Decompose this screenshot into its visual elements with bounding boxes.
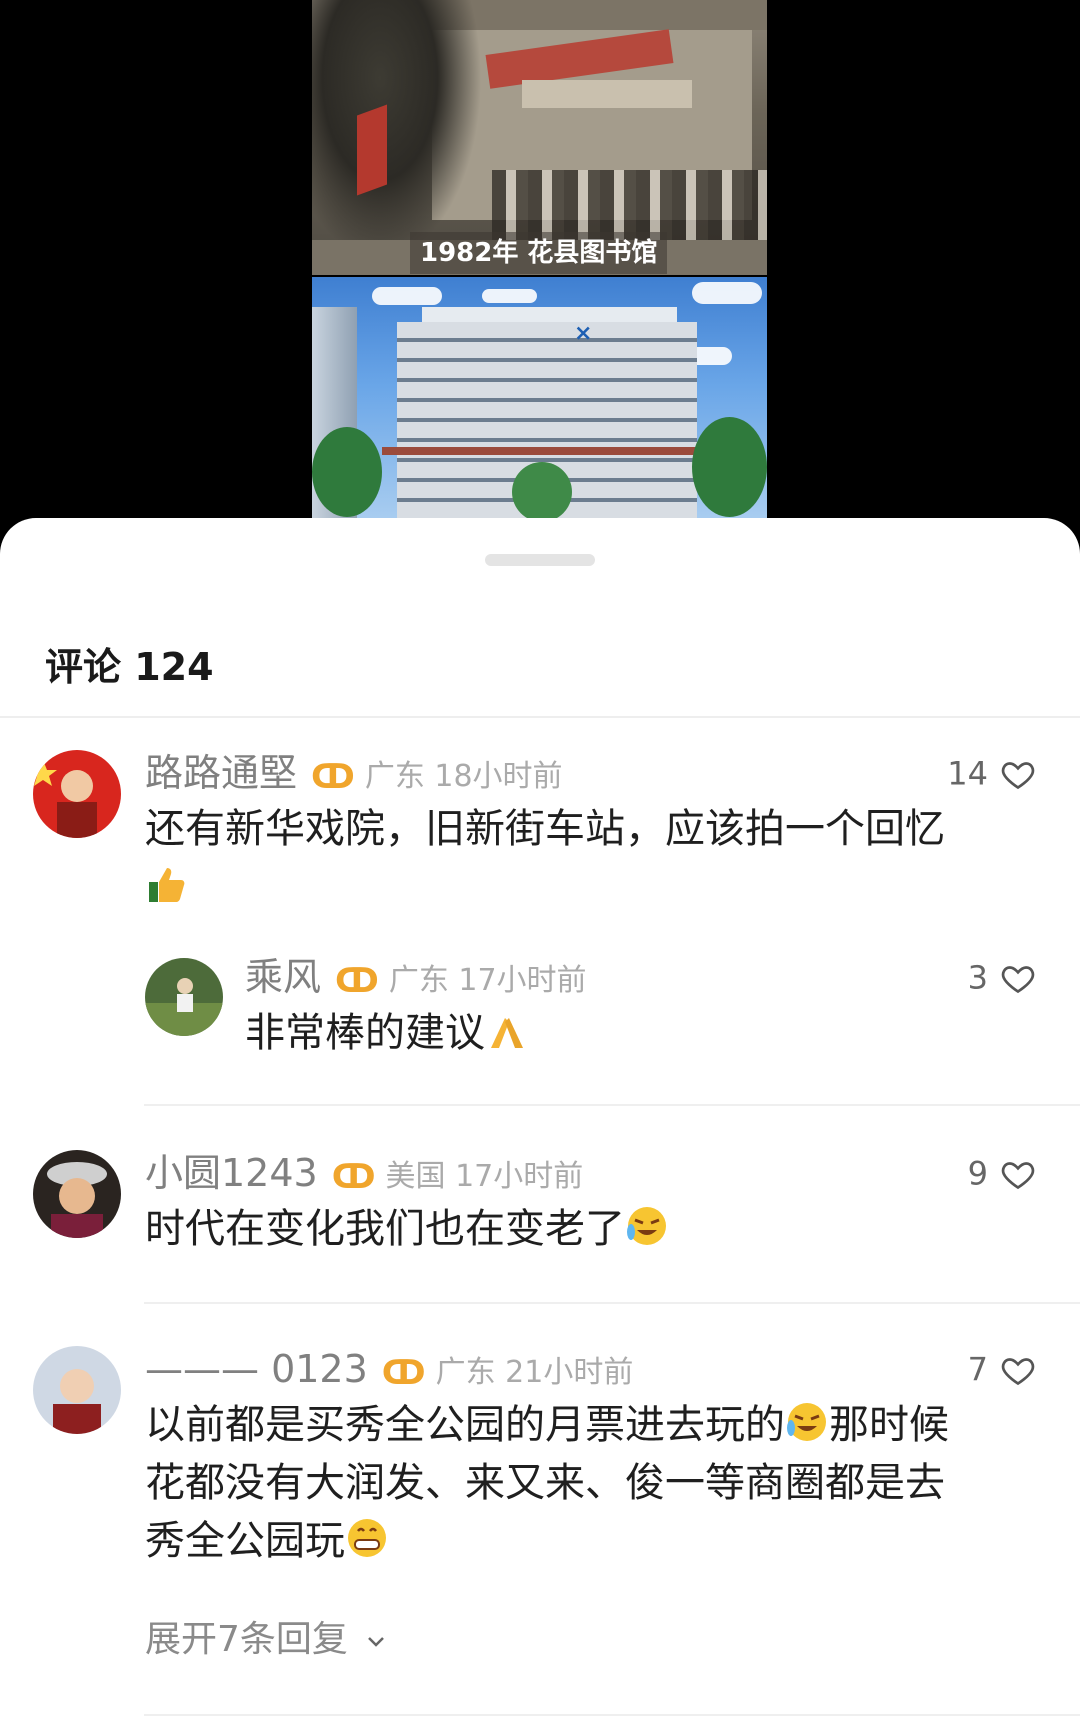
- ribbon-badge-icon: ↀ: [331, 1157, 376, 1197]
- crying-laughing-emoji: [627, 1207, 666, 1245]
- old-library-photo: 1982年 花县图书馆: [312, 0, 767, 275]
- like-count: 14: [947, 754, 988, 793]
- drag-handle[interactable]: [485, 554, 595, 566]
- new-library-photo: ⨯: [312, 277, 767, 520]
- library-logo-icon: ⨯: [574, 321, 593, 346]
- ribbon-badge-icon: ↀ: [311, 757, 355, 797]
- like-button[interactable]: 3: [968, 952, 1036, 1002]
- location-time: 广东 21小时前: [435, 1355, 634, 1390]
- divider: [144, 1104, 1080, 1106]
- comment-text: 时代在变化我们也在变老了: [145, 1200, 1025, 1258]
- ribbon-badge-icon: ↀ: [335, 961, 379, 1001]
- like-button[interactable]: 14: [947, 748, 1036, 798]
- divider: [144, 1302, 1080, 1304]
- avatar[interactable]: [33, 1150, 121, 1238]
- status-icons: ···: [950, 0, 1000, 16]
- heart-icon: [1001, 761, 1035, 789]
- grinning-emoji: [348, 1519, 386, 1557]
- like-button[interactable]: 9: [968, 1148, 1036, 1198]
- heart-icon: [1001, 1161, 1035, 1189]
- crying-laughing-emoji: [787, 1403, 826, 1441]
- comment-text: 以前都是买秀全公园的月票进去玩的 那时候 花都没有大润发、来又来、俊一等商圈都是去…: [145, 1402, 949, 1564]
- comments-sheet: 评论 124 路路通堅 ↀ 广东 18小时前 14 还有新华戏院，旧新街车站，应该拍…: [0, 518, 1080, 1734]
- divider: [144, 1714, 1080, 1716]
- comments-title: 评论 124: [45, 645, 214, 689]
- like-count: 3: [967, 958, 988, 997]
- like-count: 7: [967, 1350, 988, 1389]
- expand-replies-button[interactable]: 展开7条回复: [145, 1610, 388, 1662]
- heart-icon: [1001, 965, 1035, 993]
- location-time: 广东 18小时前: [364, 759, 563, 794]
- expand-replies-row: 展开7条回复: [0, 1610, 1080, 1670]
- location-time: 广东 17小时前: [388, 963, 587, 998]
- avatar[interactable]: [33, 750, 121, 838]
- thumbs-up-emoji: [149, 868, 185, 902]
- like-button[interactable]: 7: [968, 1344, 1036, 1394]
- username[interactable]: 乘风: [245, 955, 321, 999]
- chevron-down-icon: [368, 1637, 384, 1647]
- photo-caption: 1982年 花县图书馆: [410, 232, 668, 274]
- username[interactable]: 路路通堅: [145, 751, 297, 795]
- status-time: ·: [110, 0, 125, 20]
- heart-icon: [1001, 1357, 1035, 1385]
- like-count: 9: [967, 1154, 988, 1193]
- username[interactable]: 小圆1243: [145, 1151, 318, 1195]
- comment-text: 非常棒的建议: [245, 1004, 1025, 1062]
- divider: [0, 716, 1080, 718]
- praying-hands-emoji: [491, 1018, 523, 1048]
- comment-text: 还有新华戏院，旧新街车站，应该拍一个回忆: [145, 800, 1025, 916]
- ribbon-badge-icon: ↀ: [381, 1353, 426, 1393]
- location-time: 美国 17小时前: [385, 1159, 584, 1194]
- avatar[interactable]: [145, 958, 223, 1036]
- video-preview[interactable]: 1982年 花县图书馆 ⨯: [312, 0, 767, 520]
- username[interactable]: ——— 0123: [145, 1347, 368, 1391]
- avatar[interactable]: [33, 1346, 121, 1434]
